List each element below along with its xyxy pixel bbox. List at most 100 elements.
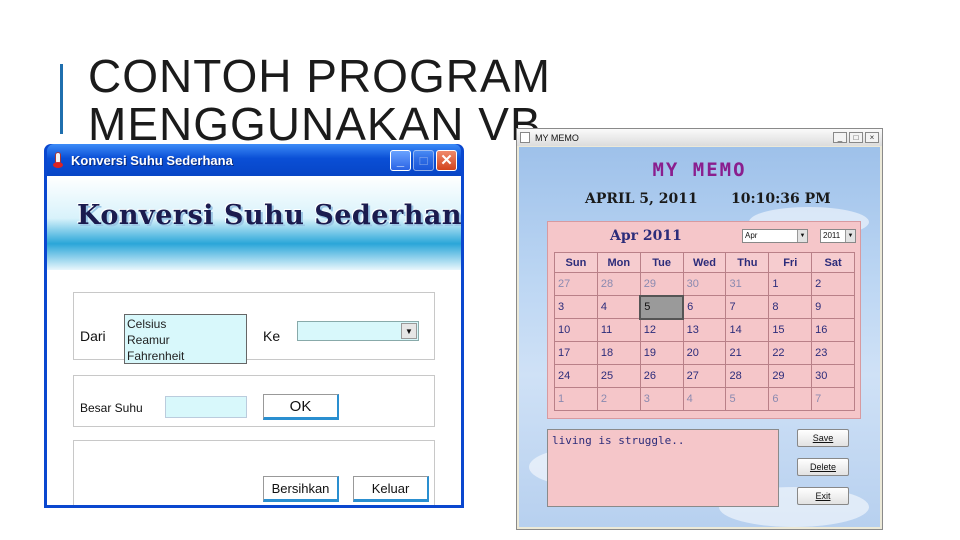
close-icon[interactable]: × bbox=[865, 132, 879, 143]
calendar-day-cell[interactable]: 2 bbox=[811, 272, 855, 296]
calendar-day-cell[interactable]: 11 bbox=[596, 318, 641, 342]
chevron-down-icon[interactable]: ▼ bbox=[797, 230, 807, 242]
calendar-day-cell[interactable]: 1 bbox=[554, 387, 598, 411]
calendar-day-cell[interactable]: 18 bbox=[596, 341, 641, 365]
converter-window: Konversi Suhu Sederhana _ □ ✕ Konversi S… bbox=[44, 144, 464, 508]
amount-input[interactable] bbox=[165, 396, 247, 418]
month-select[interactable]: Apr ▼ bbox=[742, 229, 808, 243]
save-button[interactable]: Save bbox=[797, 429, 849, 447]
calendar-day-cell[interactable]: 14 bbox=[725, 318, 770, 342]
calendar-day-cell[interactable]: 16 bbox=[811, 318, 855, 342]
to-unit-select[interactable]: ▼ bbox=[297, 321, 419, 341]
memo-titlebar[interactable]: MY MEMO _ □ × bbox=[517, 129, 882, 146]
chevron-down-icon[interactable]: ▼ bbox=[845, 230, 855, 242]
calendar-day-cell[interactable]: 17 bbox=[554, 341, 598, 365]
month-select-value: Apr bbox=[745, 231, 758, 240]
calendar-month-label: Apr 2011 bbox=[610, 228, 682, 244]
calendar-day-cell[interactable]: 30 bbox=[811, 364, 855, 388]
title-accent-bar bbox=[60, 64, 63, 134]
calendar-day-cell[interactable]: 10 bbox=[554, 318, 598, 342]
slide-title-line-1: CONTOH PROGRAM bbox=[88, 50, 551, 102]
calendar-day-cell[interactable]: 3 bbox=[554, 295, 598, 319]
calendar-week-row: 10 11 12 13 14 15 16 bbox=[554, 318, 855, 342]
from-unit-dropdown-list: Celsius Reamur Fahrenheit bbox=[124, 314, 247, 364]
calendar-day-cell[interactable]: 2 bbox=[596, 387, 641, 411]
calendar-day-cell[interactable]: 20 bbox=[682, 341, 727, 365]
calendar-day-cell[interactable]: 12 bbox=[639, 318, 684, 342]
calendar-week-row: 3456789 bbox=[554, 294, 855, 320]
calendar-day-cell[interactable]: 5 bbox=[639, 294, 685, 320]
calendar-day-cell[interactable]: 27 bbox=[554, 272, 598, 296]
calendar-day-cell[interactable]: 30 bbox=[682, 272, 727, 296]
thermometer-icon bbox=[51, 152, 65, 168]
calendar-day-cell[interactable]: 6 bbox=[768, 387, 813, 411]
year-select-value: 2011 bbox=[823, 231, 841, 240]
memo-app-icon bbox=[520, 132, 530, 143]
calendar-day-cell[interactable]: 27 bbox=[682, 364, 727, 388]
banner-title: Konversi Suhu Sederhana bbox=[77, 200, 461, 231]
chevron-down-icon[interactable]: ▼ bbox=[401, 323, 417, 339]
exit-button[interactable]: Keluar bbox=[353, 476, 429, 502]
calendar-day-cell[interactable]: 8 bbox=[768, 295, 813, 319]
memo-heading: MY MEMO bbox=[652, 159, 747, 181]
maximize-icon[interactable]: □ bbox=[413, 149, 434, 171]
calendar-day-cell[interactable]: 4 bbox=[682, 387, 727, 411]
calendar-day-cell[interactable]: 21 bbox=[725, 341, 770, 365]
calendar-day-cell[interactable]: 7 bbox=[725, 295, 770, 319]
memo-client-area: MY MEMO APRIL 5, 2011 10:10:36 PM Apr 20… bbox=[519, 147, 880, 527]
calendar-week-row: 1234567 bbox=[554, 387, 855, 411]
memo-window-title: MY MEMO bbox=[535, 132, 579, 143]
calendar-day-cell[interactable]: 3 bbox=[639, 387, 684, 411]
calendar-day-cell[interactable]: 24 bbox=[554, 364, 598, 388]
delete-button[interactable]: Delete bbox=[797, 458, 849, 476]
weekday-header: Wed bbox=[682, 252, 727, 273]
close-icon[interactable]: ✕ bbox=[436, 149, 457, 171]
slide-title-line-2: MENGGUNAKAN VB bbox=[88, 98, 542, 150]
calendar-day-cell[interactable]: 29 bbox=[768, 364, 813, 388]
calendar-day-cell[interactable]: 25 bbox=[596, 364, 641, 388]
calendar-day-cell[interactable]: 28 bbox=[725, 364, 770, 388]
exit-button[interactable]: Exit bbox=[797, 487, 849, 505]
month-calendar: Apr 2011 Apr ▼ 2011 ▼ Sun Mon Tue Wed Th… bbox=[547, 221, 861, 419]
year-select[interactable]: 2011 ▼ bbox=[820, 229, 856, 243]
dropdown-option[interactable]: Celsius bbox=[127, 316, 244, 332]
minimize-icon[interactable]: _ bbox=[833, 132, 847, 143]
calendar-day-cell[interactable]: 28 bbox=[596, 272, 641, 296]
calendar-day-cell[interactable]: 9 bbox=[811, 295, 855, 319]
my-memo-window: MY MEMO _ □ × MY MEMO APRIL 5, 2011 10:1… bbox=[516, 128, 883, 530]
calendar-week-row: 27 28 29 30 31 1 2 bbox=[554, 272, 855, 296]
weekday-header: Thu bbox=[725, 252, 770, 273]
dropdown-option[interactable]: Reamur bbox=[127, 332, 244, 348]
slide-title: CONTOH PROGRAM MENGGUNAKAN VB bbox=[88, 52, 551, 148]
calendar-grid: Sun Mon Tue Wed Thu Fri Sat 27 28 29 30 31 1 2… bbox=[554, 252, 855, 411]
converter-titlebar[interactable]: Konversi Suhu Sederhana _ □ ✕ bbox=[47, 144, 461, 176]
calendar-day-cell[interactable]: 23 bbox=[811, 341, 855, 365]
calendar-day-cell[interactable]: 22 bbox=[768, 341, 813, 365]
calendar-day-cell[interactable]: 7 bbox=[811, 387, 855, 411]
calendar-day-cell[interactable]: 15 bbox=[768, 318, 813, 342]
to-label: Ke bbox=[263, 328, 281, 344]
weekday-header: Sun bbox=[554, 252, 598, 273]
maximize-icon[interactable]: □ bbox=[849, 132, 863, 143]
weekday-row: Sun Mon Tue Wed Thu Fri Sat bbox=[554, 252, 855, 273]
memo-note-textarea[interactable]: living is struggle.. bbox=[547, 429, 779, 507]
calendar-day-cell[interactable]: 19 bbox=[639, 341, 684, 365]
dropdown-option[interactable]: Fahrenheit bbox=[127, 348, 244, 364]
calendar-day-cell[interactable]: 5 bbox=[725, 387, 770, 411]
calendar-day-cell[interactable]: 26 bbox=[639, 364, 684, 388]
calendar-day-cell[interactable]: 13 bbox=[682, 318, 727, 342]
calendar-day-cell[interactable]: 6 bbox=[682, 295, 727, 319]
banner: Konversi Suhu Sederhana bbox=[47, 176, 461, 270]
weekday-header: Tue bbox=[639, 252, 684, 273]
clear-button[interactable]: Bersihkan bbox=[263, 476, 339, 502]
converter-window-title: Konversi Suhu Sederhana bbox=[71, 152, 233, 168]
calendar-day-cell[interactable]: 1 bbox=[768, 272, 813, 296]
ok-button[interactable]: OK bbox=[263, 394, 339, 420]
weekday-header: Fri bbox=[768, 252, 813, 273]
weekday-header: Mon bbox=[596, 252, 641, 273]
calendar-day-cell[interactable]: 4 bbox=[596, 295, 641, 319]
calendar-day-cell[interactable]: 29 bbox=[639, 272, 684, 296]
calendar-day-cell[interactable]: 31 bbox=[725, 272, 770, 296]
converter-client-area: Konversi Suhu Sederhana Dari ▼ Ke ▼ Besa… bbox=[47, 176, 461, 505]
minimize-icon[interactable]: _ bbox=[390, 149, 411, 171]
